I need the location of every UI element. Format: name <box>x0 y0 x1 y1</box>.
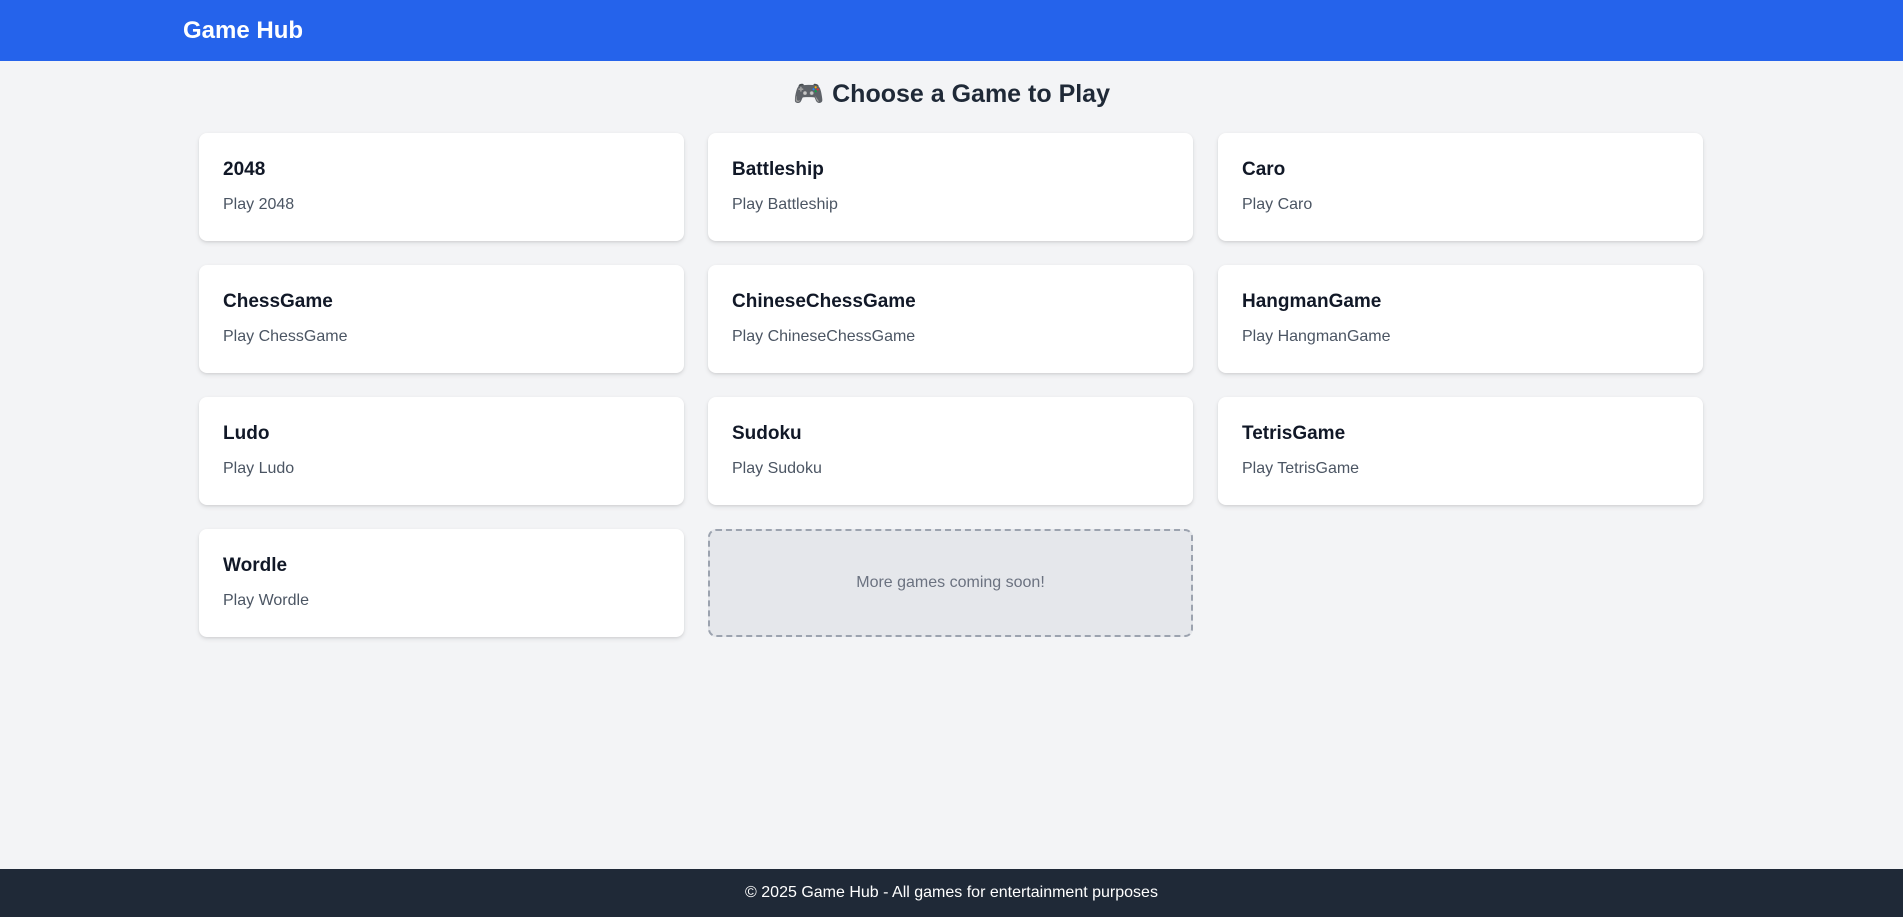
game-card-subtitle: Play 2048 <box>223 196 295 213</box>
page-title-text: Choose a Game to Play <box>832 80 1110 108</box>
game-card-title: HangmanGame <box>1242 291 1382 312</box>
game-card-subtitle: Play Sudoku <box>732 460 822 477</box>
game-card-title: TetrisGame <box>1242 423 1346 444</box>
game-card-subtitle: Play HangmanGame <box>1242 328 1391 345</box>
footer: © 2025 Game Hub - All games for entertai… <box>0 869 1903 917</box>
page-title: 🎮 Choose a Game to Play <box>0 78 1903 110</box>
game-card-title: ChineseChessGame <box>732 291 916 312</box>
game-card-subtitle: Play Battleship <box>732 196 838 213</box>
coming-soon-placeholder: More games coming soon! <box>708 529 1193 637</box>
game-card-title: Sudoku <box>732 423 802 444</box>
game-card-battleship[interactable]: Battleship Play Battleship <box>708 133 1193 241</box>
game-card-2048[interactable]: 2048 Play 2048 <box>199 133 684 241</box>
game-card-subtitle: Play TetrisGame <box>1242 460 1360 477</box>
game-card-chinesechessgame[interactable]: ChineseChessGame Play ChineseChessGame <box>708 265 1193 373</box>
game-card-title: ChessGame <box>223 291 333 312</box>
game-card-title: Wordle <box>223 555 288 576</box>
game-card-title: 2048 <box>223 159 266 180</box>
game-card-title: Caro <box>1242 159 1286 180</box>
brand-logo[interactable]: Game Hub <box>183 16 303 46</box>
game-card-wordle[interactable]: Wordle Play Wordle <box>199 529 684 637</box>
game-card-ludo[interactable]: Ludo Play Ludo <box>199 397 684 505</box>
footer-text: © 2025 Game Hub - All games for entertai… <box>745 884 1158 901</box>
game-card-chessgame[interactable]: ChessGame Play ChessGame <box>199 265 684 373</box>
game-card-subtitle: Play Caro <box>1242 196 1313 213</box>
game-card-title: Ludo <box>223 423 270 444</box>
coming-soon-text: More games coming soon! <box>856 574 1045 591</box>
game-card-subtitle: Play ChineseChessGame <box>732 328 916 345</box>
game-card-subtitle: Play Ludo <box>223 460 295 477</box>
game-card-subtitle: Play Wordle <box>223 592 309 609</box>
top-navbar: Game Hub <box>0 0 1903 61</box>
game-card-sudoku[interactable]: Sudoku Play Sudoku <box>708 397 1193 505</box>
gamepad-icon: 🎮 <box>792 80 825 108</box>
game-card-hangmangame[interactable]: HangmanGame Play HangmanGame <box>1218 265 1703 373</box>
game-card-subtitle: Play ChessGame <box>223 328 348 345</box>
game-card-title: Battleship <box>732 159 824 180</box>
game-card-tetrisgame[interactable]: TetrisGame Play TetrisGame <box>1218 397 1703 505</box>
game-card-caro[interactable]: Caro Play Caro <box>1218 133 1703 241</box>
